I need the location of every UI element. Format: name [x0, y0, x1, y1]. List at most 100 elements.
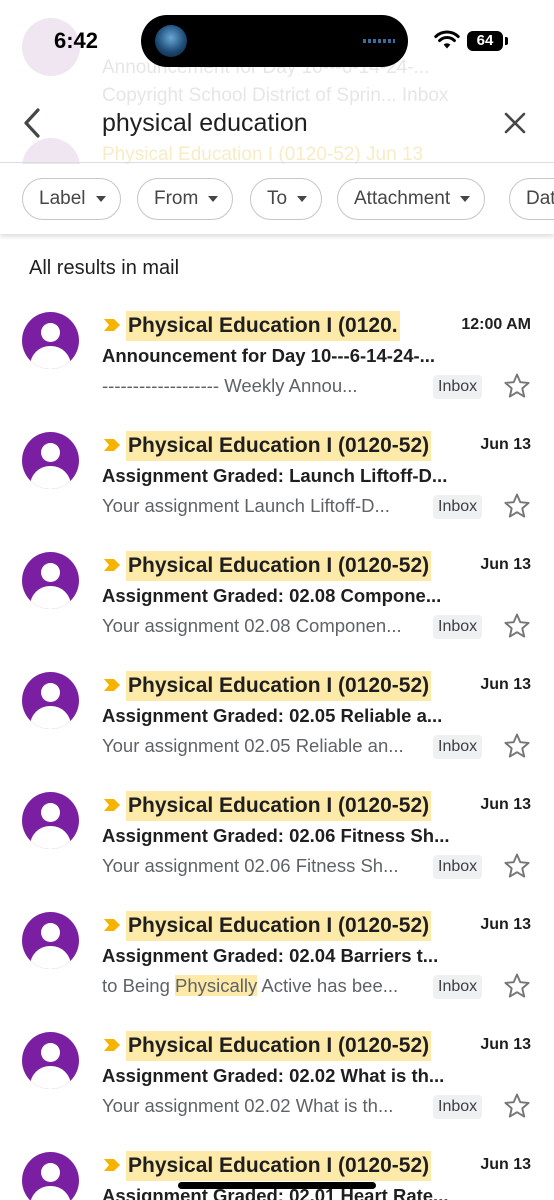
sender-avatar[interactable] [22, 312, 79, 369]
importance-marker-icon[interactable] [104, 319, 120, 331]
sender-name: Physical Education I (0120-52) [126, 551, 432, 581]
chip-date-text: Date [526, 188, 554, 209]
importance-marker-icon[interactable] [104, 799, 120, 811]
email-list-item[interactable]: Physical Education I (0120-52) Jun 13 As… [0, 1136, 554, 1200]
chip-date[interactable]: Date [509, 178, 554, 220]
email-subject: Assignment Graded: 02.06 Fitness Sh... [102, 825, 450, 846]
email-date: Jun 13 [480, 916, 531, 933]
section-title: All results in mail [29, 257, 180, 279]
email-snippet: ------------------- Weekly Annou... [102, 375, 358, 396]
dropdown-arrow-icon [460, 196, 471, 202]
sender-avatar[interactable] [22, 1152, 79, 1200]
inbox-label: Inbox [433, 615, 483, 639]
star-outline-icon[interactable] [503, 612, 531, 640]
sender-avatar[interactable] [22, 552, 79, 609]
email-snippet: Your assignment 02.02 What is th... [102, 1095, 394, 1116]
importance-marker-icon[interactable] [104, 559, 120, 571]
chip-label[interactable]: Label [22, 178, 121, 220]
person-icon-body [30, 826, 71, 849]
email-list-item[interactable]: Physical Education I (0120-52) Jun 13 As… [0, 1016, 554, 1136]
person-icon-body [30, 706, 71, 729]
back-button[interactable] [14, 103, 50, 143]
star-outline-icon[interactable] [503, 852, 531, 880]
chip-from[interactable]: From [137, 178, 234, 220]
email-snippet: to Being Physically Active has bee... [102, 975, 428, 997]
sender-avatar[interactable] [22, 672, 79, 729]
email-date: 12:00 AM [461, 316, 531, 333]
importance-marker-icon[interactable] [104, 1039, 120, 1051]
dropdown-arrow-icon [95, 196, 106, 202]
inbox-label: Inbox [433, 735, 483, 759]
status-bar: 6:42 64 [0, 0, 554, 84]
person-icon [41, 1163, 60, 1182]
divider [0, 162, 554, 163]
dropdown-arrow-icon [297, 196, 308, 202]
star-outline-icon[interactable] [503, 372, 531, 400]
chip-to-text: To [267, 188, 288, 209]
home-indicator[interactable] [178, 1182, 376, 1189]
email-list-item[interactable]: Physical Education I (0120-52) Jun 13 As… [0, 536, 554, 656]
person-icon-body [30, 1066, 71, 1089]
dropdown-arrow-icon [208, 196, 219, 202]
importance-marker-icon[interactable] [104, 679, 120, 691]
email-subject: Assignment Graded: 02.02 What is th... [102, 1065, 445, 1086]
email-date: Jun 13 [480, 1036, 531, 1053]
star-outline-icon[interactable] [503, 972, 531, 1000]
email-date: Jun 13 [480, 436, 531, 453]
person-icon [41, 923, 60, 942]
sender-name: Physical Education I (0120-52) [126, 911, 432, 941]
clear-search-button[interactable] [496, 103, 534, 143]
sender-name: Physical Education I (0120-52) [126, 671, 432, 701]
arrow-back-icon [24, 108, 40, 138]
sender-avatar[interactable] [22, 432, 79, 489]
dynamic-island [141, 15, 408, 67]
email-snippet: Your assignment 02.05 Reliable an... [102, 735, 404, 756]
person-icon [41, 563, 60, 582]
importance-marker-icon[interactable] [104, 439, 120, 451]
status-time: 6:42 [54, 28, 99, 53]
inbox-label: Inbox [433, 495, 483, 519]
importance-marker-icon[interactable] [104, 1159, 120, 1171]
person-icon-body [30, 346, 71, 369]
email-snippet: Your assignment Launch Liftoff-D... [102, 495, 390, 516]
star-outline-icon[interactable] [503, 492, 531, 520]
email-snippet: Your assignment 02.06 Fitness Sh... [102, 855, 399, 876]
snippet-text: Active has bee... [257, 975, 399, 996]
email-date: Jun 13 [480, 676, 531, 693]
sender-avatar[interactable] [22, 1032, 79, 1089]
person-icon-body [30, 586, 71, 609]
email-subject: Assignment Graded: Launch Liftoff-D... [102, 465, 448, 486]
person-icon [41, 1043, 60, 1062]
email-list-item[interactable]: Physical Education I (0120. 12:00 AM Ann… [0, 296, 554, 416]
email-list-item[interactable]: Physical Education I (0120-52) Jun 13 As… [0, 416, 554, 536]
star-outline-icon[interactable] [503, 1092, 531, 1120]
inbox-label: Inbox [433, 855, 483, 879]
importance-marker-icon[interactable] [104, 919, 120, 931]
sender-avatar[interactable] [22, 792, 79, 849]
sender-name: Physical Education I (0120-52) [126, 1031, 432, 1061]
person-icon [41, 443, 60, 462]
snippet-text: to Being [102, 975, 176, 996]
sender-name: Physical Education I (0120. [126, 311, 400, 341]
sender-avatar[interactable] [22, 912, 79, 969]
email-list-item[interactable]: Physical Education I (0120-52) Jun 13 As… [0, 896, 554, 1016]
chip-label-text: Label [39, 188, 86, 209]
chip-from-text: From [154, 188, 199, 209]
email-list-item[interactable]: Physical Education I (0120-52) Jun 13 As… [0, 656, 554, 776]
person-icon [41, 803, 60, 822]
search-input[interactable] [102, 105, 482, 141]
inbox-label: Inbox [433, 975, 483, 999]
person-icon-body [30, 1186, 71, 1200]
sender-name: Physical Education I (0120-52) [126, 791, 432, 821]
person-icon [41, 323, 60, 342]
star-outline-icon[interactable] [503, 732, 531, 760]
chip-attachment[interactable]: Attachment [337, 178, 486, 220]
chip-to[interactable]: To [250, 178, 323, 220]
inbox-label: Inbox [433, 1095, 483, 1119]
email-subject: Assignment Graded: 02.04 Barriers t... [102, 945, 439, 966]
email-list-item[interactable]: Physical Education I (0120-52) Jun 13 As… [0, 776, 554, 896]
close-icon [504, 112, 526, 134]
email-subject: Assignment Graded: 02.05 Reliable a... [102, 705, 443, 726]
filter-chip-bar: Label From To Attachment Date [0, 164, 554, 234]
battery-indicator: 64 [467, 31, 508, 51]
